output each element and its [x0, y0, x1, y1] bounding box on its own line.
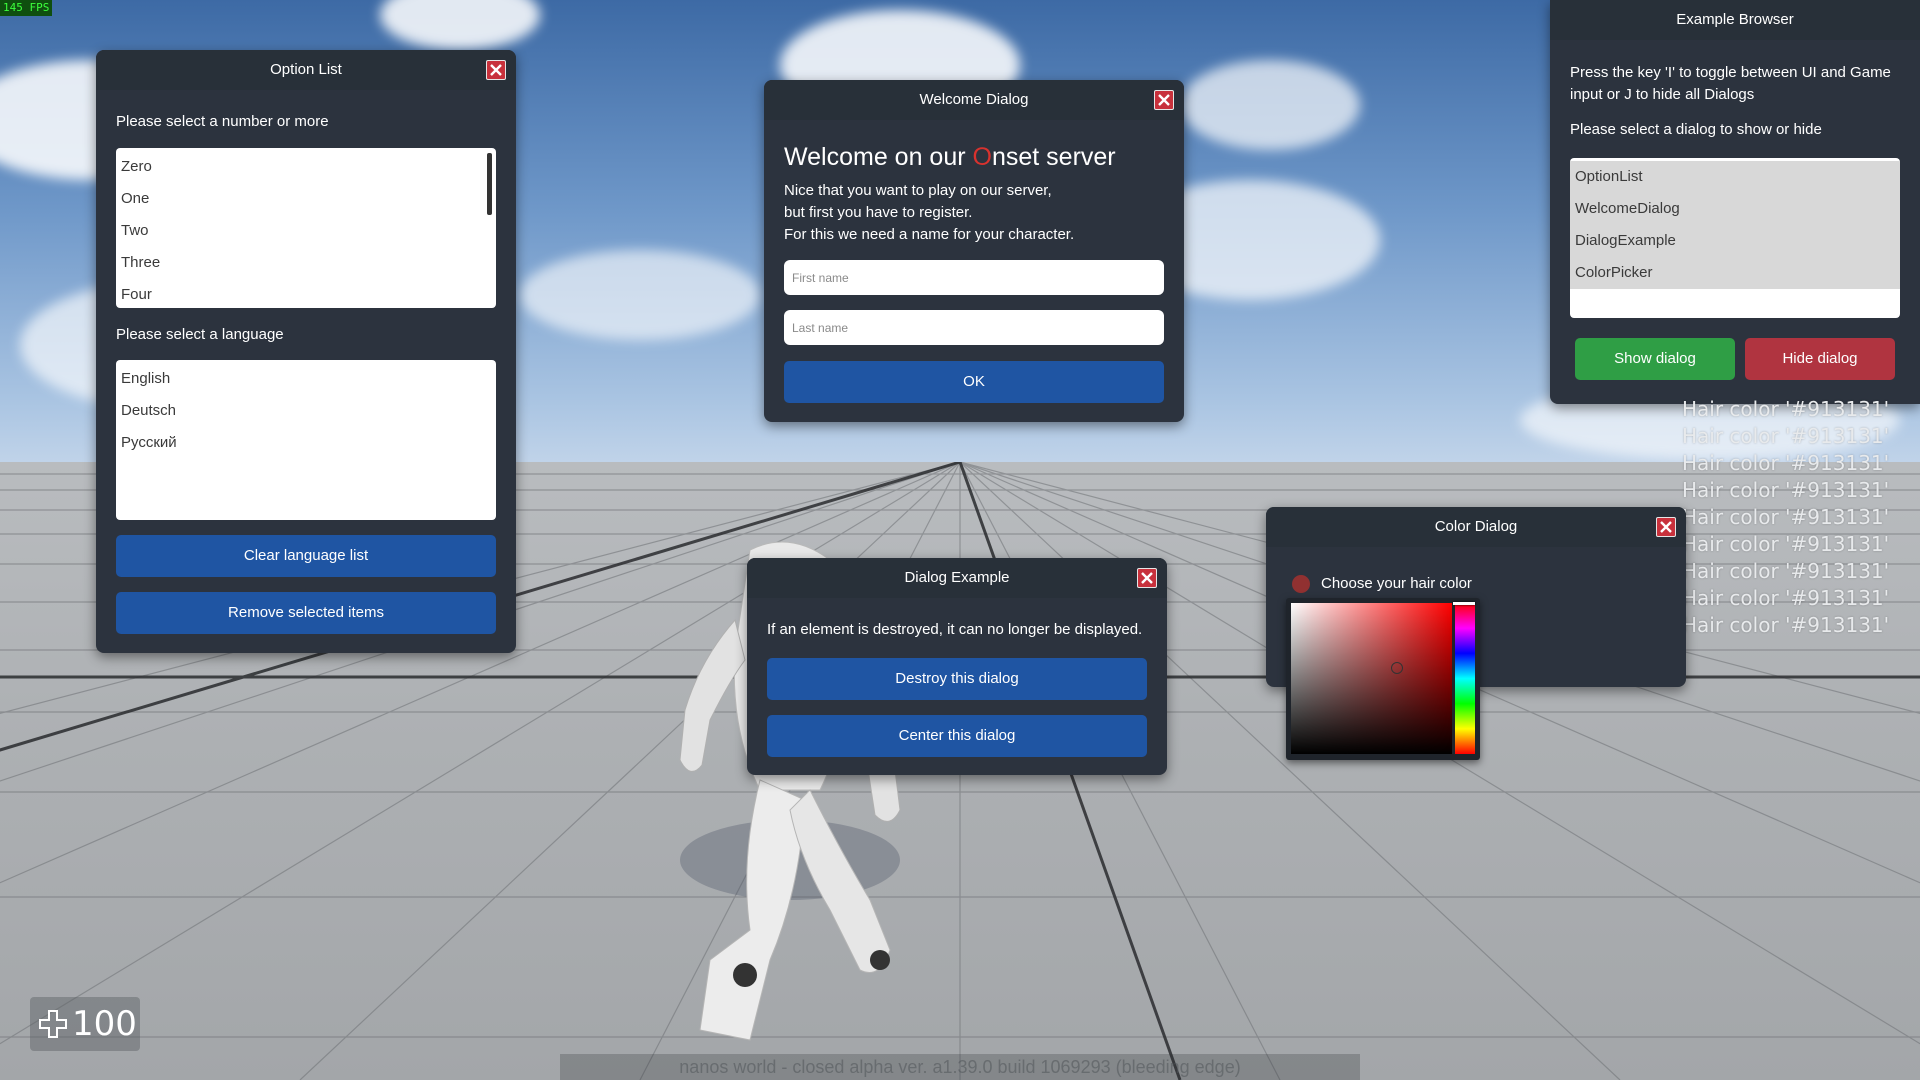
number-option-1[interactable]: One [116, 183, 496, 215]
close-icon [1141, 572, 1153, 584]
hue-slider[interactable] [1453, 602, 1475, 754]
dialog-option-3[interactable]: ColorPicker [1570, 257, 1900, 289]
close-button[interactable] [486, 60, 506, 80]
hair-color-log-line: Hair color '#913131' [1682, 559, 1890, 583]
welcome-dialog: Welcome Dialog Welcome on our Onset serv… [764, 80, 1184, 422]
show-dialog-button[interactable]: Show dialog [1575, 338, 1735, 380]
saturation-value-area[interactable] [1291, 603, 1452, 754]
dialog-listbox[interactable]: OptionList WelcomeDialog DialogExample Colo… [1570, 158, 1900, 318]
ok-label: OK [963, 373, 985, 390]
color-prompt: Choose your hair color [1321, 575, 1472, 592]
hide-dialog-button[interactable]: Hide dialog [1745, 338, 1895, 380]
option-list-titlebar[interactable]: Option List [96, 50, 516, 90]
browser-instructions: Press the key 'I' to toggle between UI a… [1570, 64, 1891, 103]
color-dialog-titlebar[interactable]: Color Dialog [1266, 507, 1686, 547]
version-footer: nanos world - closed alpha ver. a1.39.0 … [560, 1054, 1360, 1080]
remove-selected-items-button[interactable]: Remove selected items [116, 592, 496, 634]
number-listbox[interactable]: Zero One Two Three Four [116, 148, 496, 308]
dialog-option-0[interactable]: OptionList [1570, 161, 1900, 193]
language-prompt: Please select a language [116, 326, 284, 343]
last-name-input[interactable] [784, 310, 1164, 345]
welcome-title: Welcome Dialog [919, 91, 1029, 108]
welcome-titlebar[interactable]: Welcome Dialog [764, 80, 1184, 120]
example-browser-title: Example Browser [1676, 11, 1794, 28]
hide-dialog-label: Hide dialog [1782, 350, 1858, 367]
welcome-line-1: Nice that you want to play on our server… [784, 182, 1052, 199]
language-listbox[interactable]: English Deutsch Русский [116, 360, 496, 520]
dialog-example-title: Dialog Example [904, 569, 1010, 586]
hair-color-log-line: Hair color '#913131' [1682, 613, 1890, 637]
close-icon [1660, 521, 1672, 533]
close-button[interactable] [1154, 90, 1174, 110]
welcome-line-3: For this we need a name for your charact… [784, 226, 1075, 243]
dialog-option-1[interactable]: WelcomeDialog [1570, 193, 1900, 225]
cloud [520, 250, 760, 340]
clear-language-list-label: Clear language list [243, 547, 369, 564]
number-option-2[interactable]: Two [116, 215, 496, 247]
remove-selected-items-label: Remove selected items [228, 604, 384, 621]
first-name-input[interactable] [784, 260, 1164, 295]
clear-language-list-button[interactable]: Clear language list [116, 535, 496, 577]
option-list-title: Option List [270, 61, 342, 78]
welcome-body: Nice that you want to play on our server… [784, 180, 1074, 246]
welcome-heading-highlight: O [972, 143, 992, 171]
hue-slider-handle[interactable] [1453, 602, 1475, 605]
health-cross-icon [39, 1010, 67, 1038]
cloud [1180, 60, 1360, 150]
color-dialog-title: Color Dialog [1434, 518, 1518, 535]
example-browser-titlebar: Example Browser [1550, 0, 1920, 40]
option-list-dialog: Option List Please select a number or mo… [96, 50, 516, 653]
hair-color-log-line: Hair color '#913131' [1682, 532, 1890, 556]
hair-color-log-line: Hair color '#913131' [1682, 586, 1890, 610]
example-browser-dialog: Example Browser Press the key 'I' to tog… [1550, 0, 1920, 404]
close-icon [1158, 94, 1170, 106]
welcome-heading: Welcome on our Onset server [784, 143, 1116, 172]
color-swatch[interactable] [1292, 575, 1310, 593]
hair-color-log-line: Hair color '#913131' [1682, 505, 1890, 529]
language-option-0[interactable]: English [116, 363, 496, 395]
color-picker-cursor[interactable] [1391, 662, 1403, 674]
language-option-2[interactable]: Русский [116, 427, 496, 459]
dialog-example-text: If an element is destroyed, it can no lo… [767, 621, 1143, 638]
center-dialog-button[interactable]: Center this dialog [767, 715, 1147, 757]
number-option-0[interactable]: Zero [116, 151, 496, 183]
hair-color-log-line: Hair color '#913131' [1682, 424, 1890, 448]
number-option-3[interactable]: Three [116, 247, 496, 279]
destroy-dialog-button[interactable]: Destroy this dialog [767, 658, 1147, 700]
fps-value: 145 FPS [3, 1, 50, 14]
version-text: nanos world - closed alpha ver. a1.39.0 … [679, 1057, 1241, 1077]
number-list-scrollbar[interactable] [487, 153, 492, 215]
welcome-heading-pre: Welcome on our [784, 143, 973, 171]
welcome-line-2: but first you have to register. [784, 204, 973, 221]
hair-color-log-line: Hair color '#913131' [1682, 397, 1890, 421]
number-option-4[interactable]: Four [116, 279, 496, 308]
hair-color-log-line: Hair color '#913131' [1682, 478, 1890, 502]
welcome-heading-post: nset server [991, 143, 1116, 171]
show-dialog-label: Show dialog [1614, 350, 1696, 367]
number-prompt: Please select a number or more [116, 113, 329, 130]
browser-select-prompt: Please select a dialog to show or hide [1570, 121, 1822, 138]
dialog-example: Dialog Example If an element is destroye… [747, 558, 1167, 775]
destroy-dialog-label: Destroy this dialog [895, 670, 1019, 687]
dialog-option-2[interactable]: DialogExample [1570, 225, 1900, 257]
ok-button[interactable]: OK [784, 361, 1164, 403]
close-icon [490, 64, 502, 76]
health-hud: 100 [30, 997, 140, 1051]
close-button[interactable] [1137, 568, 1157, 588]
health-value: 100 [72, 1004, 137, 1044]
language-option-1[interactable]: Deutsch [116, 395, 496, 427]
close-button[interactable] [1656, 517, 1676, 537]
color-picker-popup [1286, 598, 1480, 760]
hair-color-log-line: Hair color '#913131' [1682, 451, 1890, 475]
fps-counter: 145 FPS [0, 0, 53, 16]
center-dialog-label: Center this dialog [898, 727, 1016, 744]
dialog-example-titlebar[interactable]: Dialog Example [747, 558, 1167, 598]
